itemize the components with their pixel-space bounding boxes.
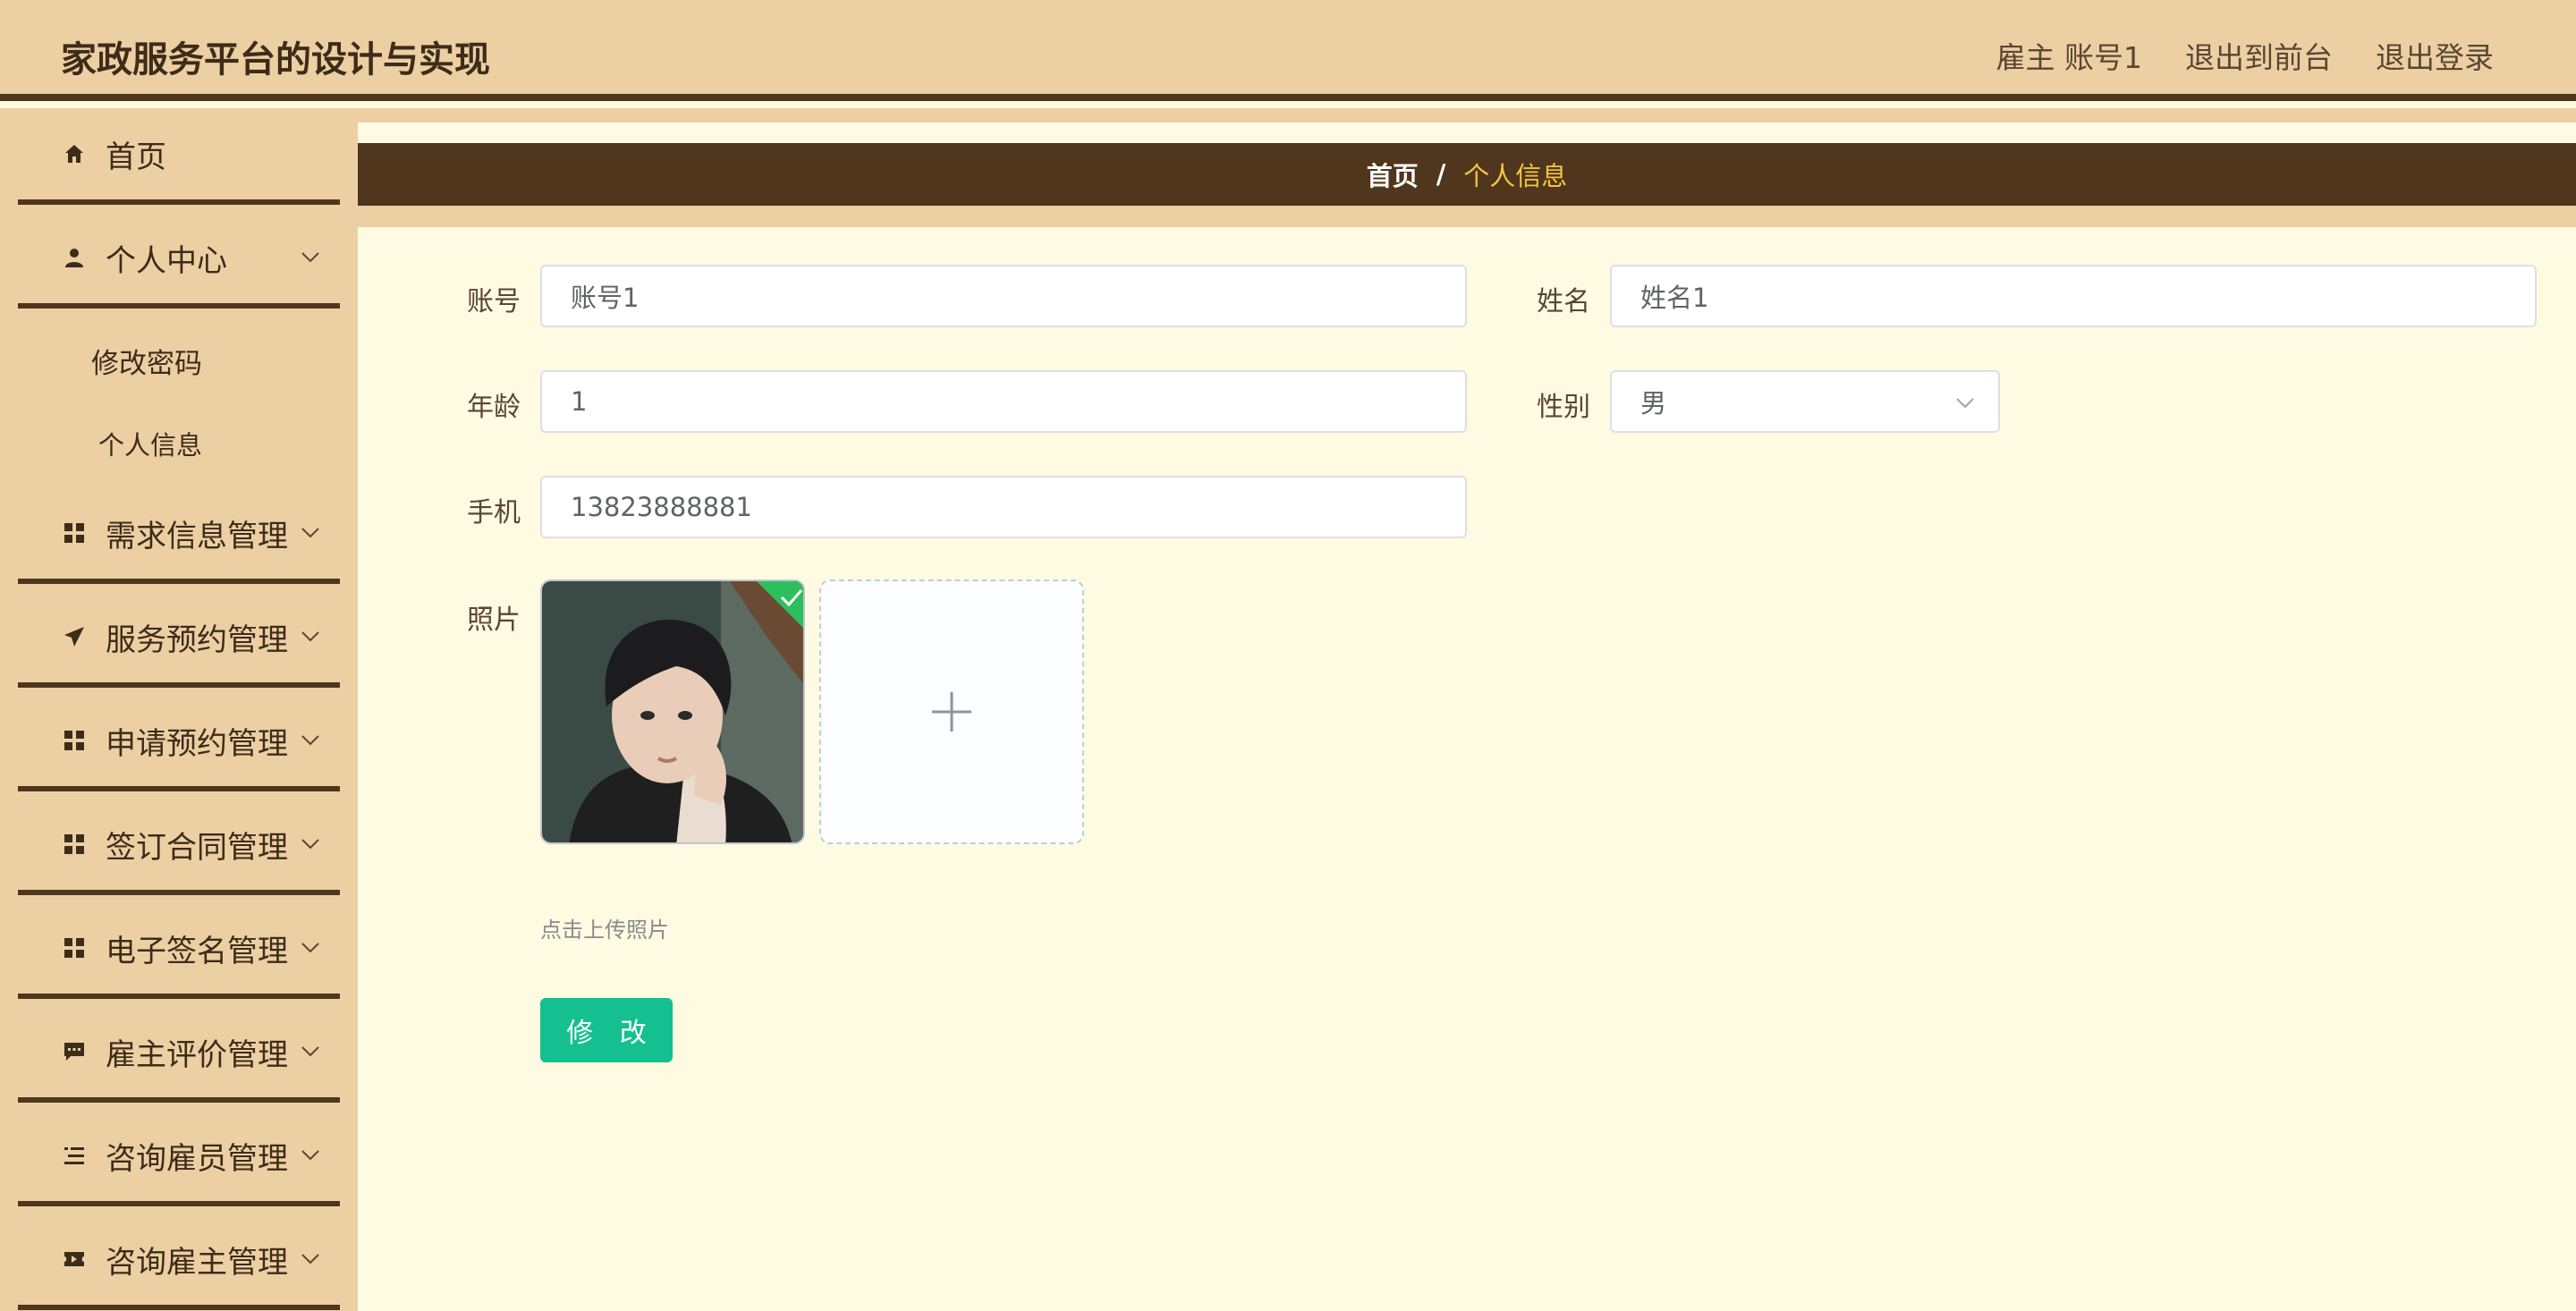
home-icon <box>63 142 86 165</box>
top-header: 家政服务平台的设计与实现 雇主 账号1 退出到前台 退出登录 <box>0 0 2576 101</box>
avatar <box>542 581 803 842</box>
chevron-down-icon <box>301 1254 319 1264</box>
gender-select[interactable]: 男 <box>1610 370 2000 433</box>
uploaded-photo[interactable] <box>540 579 805 844</box>
sidebar-item-label: 咨询雇主管理 <box>106 1244 288 1281</box>
account-field[interactable]: 账号1 <box>540 265 1467 327</box>
breadcrumb-separator: / <box>1436 159 1446 190</box>
chevron-down-icon <box>301 252 319 263</box>
sidebar-item-label: 个人中心 <box>106 242 227 279</box>
sidebar-item-e-signature[interactable]: 电子签名管理 <box>18 902 340 999</box>
breadcrumb-current: 个人信息 <box>1463 161 1568 191</box>
sidebar-item-label: 咨询雇员管理 <box>106 1140 288 1177</box>
ticket-icon <box>63 1248 86 1271</box>
exit-to-front-link[interactable]: 退出到前台 <box>2185 34 2333 77</box>
breadcrumb: 首页 / 个人信息 <box>358 143 2576 206</box>
sidebar-item-label: 需求信息管理 <box>106 518 288 554</box>
upload-photo-button[interactable] <box>819 579 1084 844</box>
grid-icon <box>63 936 86 960</box>
chevron-down-icon <box>1956 398 1974 409</box>
header-band <box>358 206 2576 227</box>
age-label: 年龄 <box>467 392 521 423</box>
chevron-down-icon <box>301 839 319 850</box>
sidebar-item-label: 服务预约管理 <box>106 622 288 658</box>
current-user: 雇主 账号1 <box>1996 40 2143 75</box>
age-field[interactable]: 1 <box>540 370 1467 433</box>
top-strip <box>358 108 2576 123</box>
sidebar-item-personal-center[interactable]: 个人中心 <box>18 212 340 309</box>
account-label: 账号 <box>467 286 521 317</box>
sidebar-item-home[interactable]: 首页 <box>18 108 340 205</box>
comment-icon <box>63 1040 86 1063</box>
sidebar-item-label: 电子签名管理 <box>106 933 288 969</box>
sidebar-subitem-change-password[interactable]: 修改密码 <box>91 341 202 381</box>
chevron-down-icon <box>301 1046 319 1057</box>
gender-select-value: 男 <box>1640 388 1667 419</box>
plus-icon <box>932 692 971 732</box>
sidebar-item-label: 首页 <box>106 139 166 175</box>
chevron-down-icon <box>301 528 319 538</box>
breadcrumb-home[interactable]: 首页 <box>1367 156 1419 193</box>
chevron-down-icon <box>301 631 319 642</box>
name-field[interactable]: 姓名1 <box>1610 265 2537 327</box>
chevron-down-icon <box>301 943 319 953</box>
photo-label: 照片 <box>467 605 521 636</box>
grid-icon <box>63 833 86 856</box>
sidebar-item-service-booking[interactable]: 服务预约管理 <box>18 591 340 688</box>
sidebar-item-employer-review[interactable]: 雇主评价管理 <box>18 1006 340 1103</box>
chevron-down-icon <box>301 735 319 746</box>
sidebar: 首页 个人中心 修改密码 个人信息 需求信息管理 服务预约管理 申请预约管理 签… <box>0 108 358 1311</box>
grid-icon <box>63 729 86 752</box>
sidebar-item-consult-employee[interactable]: 咨询雇员管理 <box>18 1110 340 1206</box>
send-icon <box>63 625 86 648</box>
sidebar-item-label: 申请预约管理 <box>106 725 288 762</box>
upload-hint: 点击上传照片 <box>540 918 669 943</box>
sidebar-item-contract[interactable]: 签订合同管理 <box>18 799 340 895</box>
header-actions: 雇主 账号1 退出到前台 退出登录 <box>1996 34 2495 77</box>
phone-label: 手机 <box>467 497 521 529</box>
submit-button[interactable]: 修 改 <box>540 998 673 1062</box>
sidebar-item-consult-employer[interactable]: 咨询雇主管理 <box>18 1214 340 1310</box>
sidebar-item-demand-info[interactable]: 需求信息管理 <box>18 487 340 584</box>
sidebar-item-label: 雇主评价管理 <box>106 1036 288 1073</box>
sidebar-item-apply-booking[interactable]: 申请预约管理 <box>18 695 340 791</box>
sidebar-subitem-personal-info[interactable]: 个人信息 <box>98 425 202 462</box>
list-icon <box>63 1144 86 1167</box>
user-icon <box>63 246 86 269</box>
app-title: 家政服务平台的设计与实现 <box>61 39 490 80</box>
name-label: 姓名 <box>1537 286 1590 317</box>
gender-label: 性别 <box>1537 392 1590 423</box>
sidebar-item-label: 签订合同管理 <box>106 829 288 866</box>
phone-field[interactable]: 13823888881 <box>540 476 1467 538</box>
grid-icon <box>63 521 86 545</box>
chevron-down-icon <box>301 1150 319 1161</box>
logout-link[interactable]: 退出登录 <box>2376 34 2494 77</box>
